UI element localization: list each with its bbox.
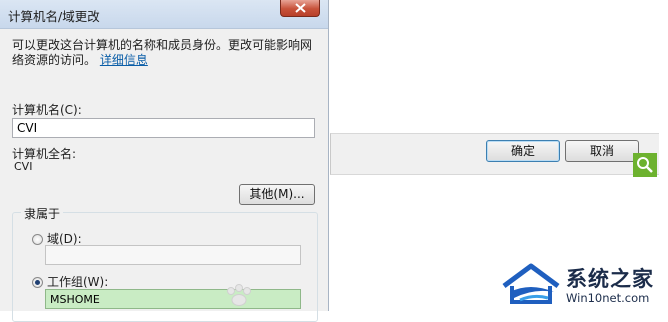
brand-name: 系统之家 xyxy=(566,267,654,291)
brand-site: Win10net.com xyxy=(566,291,650,305)
title-bar[interactable]: 计算机名/域更改 xyxy=(0,0,328,29)
paw-watermark-icon xyxy=(227,284,251,306)
search-icon xyxy=(637,157,653,173)
description-text: 可以更改这台计算机的名称和成员身份。更改可能影响网络资源的访问。 详细信息 xyxy=(12,38,317,68)
full-name-value: CVI xyxy=(14,160,33,173)
workgroup-input[interactable] xyxy=(45,289,301,309)
second-dialog-fragment: 确定 取消 xyxy=(330,133,659,175)
workgroup-radio[interactable] xyxy=(32,277,43,288)
computer-name-input[interactable] xyxy=(12,118,315,138)
close-icon xyxy=(295,3,306,13)
dialog-title: 计算机名/域更改 xyxy=(8,9,100,24)
search-corner[interactable] xyxy=(633,153,657,177)
domain-input[interactable] xyxy=(45,245,301,265)
computer-name-dialog: 计算机名/域更改 可以更改这台计算机的名称和成员身份。更改可能影响网络资源的访问… xyxy=(0,0,329,322)
ok-button[interactable]: 确定 xyxy=(486,140,560,162)
cancel-button[interactable]: 取消 xyxy=(565,140,639,162)
description-body: 可以更改这台计算机的名称和成员身份。更改可能影响网络资源的访问。 xyxy=(12,38,313,67)
computer-name-label: 计算机名(C): xyxy=(12,103,82,117)
details-link[interactable]: 详细信息 xyxy=(100,53,148,67)
house-logo-icon xyxy=(502,263,560,304)
domain-radio[interactable] xyxy=(32,234,43,245)
close-button[interactable] xyxy=(280,0,320,17)
workgroup-radio-label: 工作组(W): xyxy=(47,275,109,289)
other-button[interactable]: 其他(M)... xyxy=(239,184,315,205)
member-of-title: 隶属于 xyxy=(21,205,64,222)
